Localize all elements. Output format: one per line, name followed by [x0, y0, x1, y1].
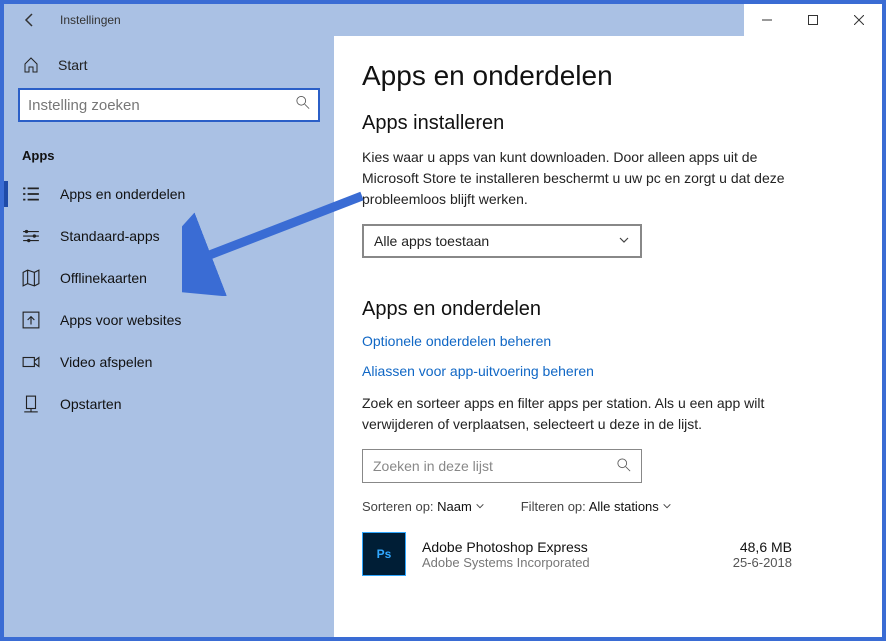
home-icon: [22, 56, 40, 74]
install-description: Kies waar u apps van kunt downloaden. Do…: [362, 147, 792, 210]
close-button[interactable]: [836, 4, 882, 36]
search-placeholder-text: Zoeken in deze lijst: [373, 458, 493, 474]
map-icon: [22, 269, 40, 287]
chevron-down-icon: [618, 233, 630, 249]
back-button[interactable]: [18, 8, 42, 32]
app-list-item[interactable]: Ps Adobe Photoshop Express Adobe Systems…: [362, 532, 792, 576]
sidebar-item-apps-websites[interactable]: Apps voor websites: [4, 299, 334, 341]
sidebar-item-startup[interactable]: Opstarten: [4, 383, 334, 425]
install-source-dropdown[interactable]: Alle apps toestaan: [362, 224, 642, 258]
sidebar-item-label: Standaard-apps: [60, 228, 160, 244]
link-execution-aliases[interactable]: Aliassen voor app-uitvoering beheren: [362, 363, 854, 379]
sidebar-item-default-apps[interactable]: Standaard-apps: [4, 215, 334, 257]
open-icon: [22, 311, 40, 329]
sidebar-item-label: Opstarten: [60, 396, 121, 412]
section-install-apps: Apps installeren: [362, 112, 854, 135]
sidebar-item-home[interactable]: Start: [4, 46, 334, 84]
sidebar-item-apps-features[interactable]: Apps en onderdelen: [4, 173, 334, 215]
main-content: Apps en onderdelen Apps installeren Kies…: [334, 36, 882, 637]
sidebar-item-label: Video afspelen: [60, 354, 152, 370]
section-apps-features: Apps en onderdelen: [362, 298, 854, 321]
app-name: Adobe Photoshop Express: [422, 539, 717, 555]
page-title: Apps en onderdelen: [362, 60, 854, 92]
sort-label: Sorteren op:: [362, 499, 434, 514]
settings-search: [18, 88, 320, 122]
sort-dropdown[interactable]: Naam: [437, 499, 485, 514]
window-controls: [744, 4, 882, 36]
chevron-down-icon: [475, 501, 485, 511]
chevron-down-icon: [662, 501, 672, 511]
app-publisher: Adobe Systems Incorporated: [422, 555, 717, 570]
sidebar: Start Apps Apps en onderdelen Standaard-…: [4, 36, 334, 637]
filter-label: Filteren op:: [521, 499, 586, 514]
app-size: 48,6 MB: [733, 539, 792, 555]
window-title: Instellingen: [60, 13, 121, 27]
sort-filter-row: Sorteren op: Naam Filteren op: Alle stat…: [362, 499, 854, 514]
sidebar-item-label: Apps voor websites: [60, 312, 181, 328]
sidebar-item-label: Apps en onderdelen: [60, 186, 185, 202]
app-date: 25-6-2018: [733, 555, 792, 570]
apps-search-input[interactable]: Zoeken in deze lijst: [362, 449, 642, 483]
sidebar-category: Apps: [4, 136, 334, 173]
search-icon: [617, 458, 631, 475]
video-icon: [22, 353, 40, 371]
sidebar-item-offline-maps[interactable]: Offlinekaarten: [4, 257, 334, 299]
minimize-button[interactable]: [744, 4, 790, 36]
search-icon: [296, 96, 310, 115]
filter-description: Zoek en sorteer apps en filter apps per …: [362, 393, 792, 435]
sidebar-item-video-playback[interactable]: Video afspelen: [4, 341, 334, 383]
list-icon: [22, 185, 40, 203]
startup-icon: [22, 395, 40, 413]
app-icon: Ps: [362, 532, 406, 576]
sidebar-item-label: Offlinekaarten: [60, 270, 147, 286]
maximize-button[interactable]: [790, 4, 836, 36]
search-input[interactable]: [18, 88, 320, 122]
sidebar-item-label: Start: [58, 57, 88, 73]
sliders-icon: [22, 227, 40, 245]
filter-dropdown[interactable]: Alle stations: [589, 499, 673, 514]
link-optional-features[interactable]: Optionele onderdelen beheren: [362, 333, 854, 349]
dropdown-value: Alle apps toestaan: [374, 233, 489, 249]
titlebar: Instellingen: [4, 4, 882, 36]
